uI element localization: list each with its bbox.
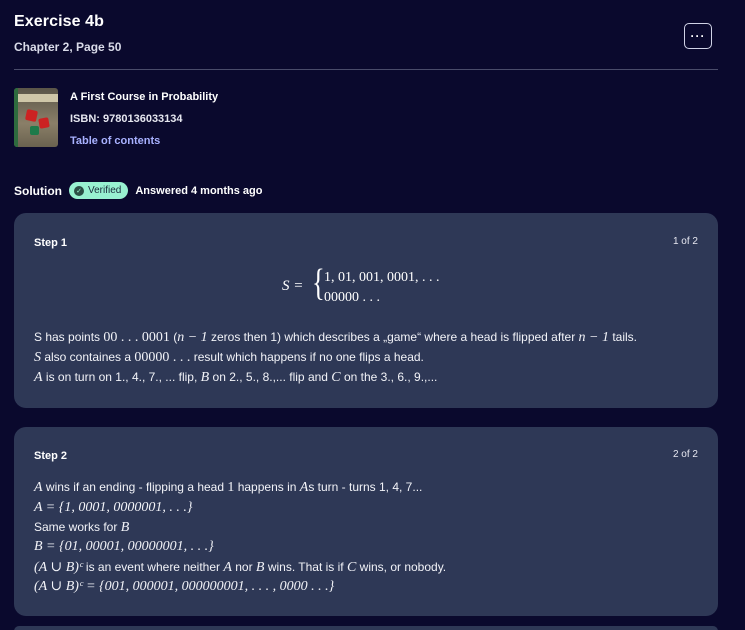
math: n − 1 [177, 330, 208, 345]
math: A = {1, 0001, 0000001, . . .} [34, 500, 193, 515]
book-cover-image[interactable] [14, 88, 58, 147]
verified-badge: ✓ Verified [69, 182, 129, 199]
math: A [223, 560, 232, 575]
step2-line-1: A wins if an ending - flipping a head 1 … [34, 480, 422, 496]
step2-line-2: A = {1, 0001, 0000001, . . .} [34, 500, 192, 516]
step2-line-5: (A ∪ B)ᶜ is an event where neither A nor… [34, 559, 446, 576]
math: (A ∪ B)ᶜ [34, 560, 83, 575]
text: wins, or nobody. [356, 560, 447, 574]
set-lhs: S = [282, 278, 304, 294]
text: is an event where neither [82, 560, 224, 574]
text: happens in [234, 480, 300, 494]
step-card-2: Step 2 2 of 2 A wins if an ending - flip… [14, 427, 718, 616]
verified-label: Verified [88, 185, 122, 196]
step1-line-1: S has points 00 . . . 0001 (n − 1 zeros … [34, 330, 637, 346]
sample-space-equation: S = { 1, 01, 001, 0001, . . . 00000 . . … [282, 261, 482, 311]
left-brace: { [312, 262, 325, 304]
step2-line-6: (A ∪ B)ᶜ = {001, 000001, 000000001, . . … [34, 578, 334, 595]
math: A [34, 370, 43, 385]
text: wins. That is if [264, 560, 347, 574]
text: S has points [34, 330, 104, 344]
next-card-edge [14, 626, 718, 630]
text: nor [231, 560, 256, 574]
text: on 2., 5., 8.,... flip and [209, 370, 332, 384]
step-card-1: Step 1 1 of 2 S = { 1, 01, 001, 0001, . … [14, 213, 718, 408]
step-label: Step 1 [34, 237, 68, 249]
set-line-1: 1, 01, 001, 0001, . . . [324, 270, 440, 285]
dice-icon [38, 117, 50, 129]
solution-header: Solution ✓ Verified Answered 4 months ag… [14, 182, 263, 199]
math: B [120, 520, 130, 535]
dice-icon [30, 126, 39, 135]
exercise-page: Exercise 4b Chapter 2, Page 50 ··· A Fir… [0, 0, 745, 630]
math: B [200, 370, 210, 385]
math: (A ∪ B)ᶜ = {001, 000001, 000000001, . . … [34, 579, 335, 594]
header-divider [14, 69, 718, 70]
step2-line-3: Same works for B [34, 520, 129, 536]
text: on the 3., 6., 9.,... [340, 370, 438, 384]
answered-time: Answered 4 months ago [135, 184, 263, 197]
math: 00000 . . . [134, 350, 191, 365]
book-cover-title-band [18, 94, 58, 102]
text: wins if an ending - flipping a head [42, 480, 228, 494]
math: A [34, 480, 43, 495]
check-icon: ✓ [74, 185, 84, 196]
math: n − 1 [578, 330, 609, 345]
text: tails. [608, 330, 637, 344]
step-count: 1 of 2 [672, 236, 698, 247]
text: also containes a [41, 350, 135, 364]
text: is on turn on 1., 4., 7., ... flip, [42, 370, 201, 384]
set-line-2: 00000 . . . [324, 290, 380, 305]
dice-icon [24, 108, 39, 123]
text: zeros then 1) which describes a „game“ w… [207, 330, 579, 344]
book-isbn: ISBN: 9780136033134 [70, 113, 183, 125]
text: result which happens if no one flips a h… [190, 350, 424, 364]
page-title: Exercise 4b [14, 13, 105, 30]
step-count: 2 of 2 [672, 449, 698, 460]
text: s turn - turns 1, 4, 7... [308, 480, 423, 494]
more-options-button[interactable]: ··· [684, 23, 712, 49]
text: Same works for [34, 520, 121, 534]
page-subtitle: Chapter 2, Page 50 [14, 40, 122, 54]
math: 00 . . . 0001 [103, 330, 170, 345]
step-label: Step 2 [34, 450, 68, 462]
math: C [346, 560, 357, 575]
math: B = {01, 00001, 00000001, . . .} [34, 539, 214, 554]
math: C [331, 370, 341, 385]
table-of-contents-link[interactable]: Table of contents [70, 135, 160, 147]
step1-line-2: S also containes a 00000 . . . result wh… [34, 350, 424, 366]
step1-line-3: A is on turn on 1., 4., 7., ... flip, B … [34, 370, 437, 386]
math: S [34, 350, 41, 365]
solution-label: Solution [14, 183, 62, 198]
step2-line-4: B = {01, 00001, 00000001, . . .} [34, 539, 214, 555]
book-title[interactable]: A First Course in Probability [70, 91, 218, 103]
